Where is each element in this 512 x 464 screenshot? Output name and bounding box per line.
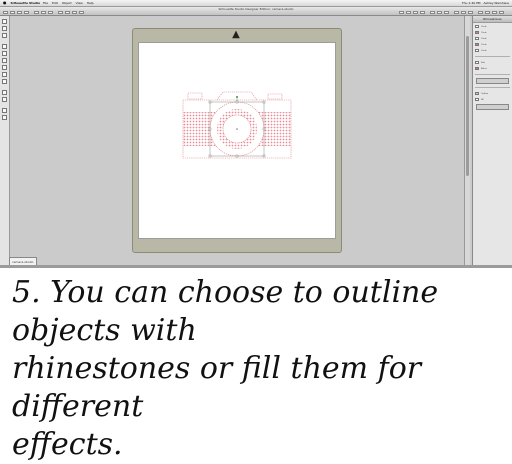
option-label: Circle	[481, 49, 487, 52]
application-window: ● Silhouette Studio File Edit Object Vie…	[0, 0, 512, 268]
swatch	[475, 37, 479, 40]
toolbar-button[interactable]	[41, 11, 46, 14]
option-label: Effect	[481, 67, 487, 70]
toolbar-button[interactable]	[79, 11, 84, 14]
toolbar-button[interactable]	[72, 11, 77, 14]
toolbar-button[interactable]	[3, 11, 8, 14]
option-label: Outline	[481, 92, 489, 95]
toolbar-button[interactable]	[34, 11, 39, 14]
zoom-tool-icon[interactable]	[2, 33, 7, 38]
rhinestone-option[interactable]: Flat	[475, 60, 510, 65]
rhinestone-option[interactable]: Effect	[475, 66, 510, 71]
toolbar: Silhouette Studio Designer Edition: came…	[0, 7, 512, 16]
toolbar-button[interactable]	[437, 11, 442, 14]
rectangle-tool-icon[interactable]	[2, 51, 7, 56]
toolbar-button[interactable]	[430, 11, 435, 14]
edit-points-tool-icon[interactable]	[2, 26, 7, 31]
polygon-tool-icon[interactable]	[2, 65, 7, 70]
left-tool-strip	[0, 16, 10, 268]
curve-tool-icon[interactable]	[2, 72, 7, 77]
swatch	[475, 25, 479, 28]
menu-user[interactable]: Ashley Weinhaus	[484, 0, 510, 6]
apple-icon[interactable]: ●	[3, 0, 7, 6]
toolbar-button[interactable]	[413, 11, 418, 14]
divider	[475, 56, 510, 57]
toolbar-button[interactable]	[468, 11, 473, 14]
option-label: Circle	[481, 43, 487, 46]
rhinestone-option[interactable]: Circle	[475, 30, 510, 35]
panel-title: Rhinestones	[473, 16, 512, 23]
menu-file[interactable]: File	[43, 0, 48, 6]
select-tool-icon[interactable]	[2, 19, 7, 24]
panel-slider[interactable]	[476, 78, 509, 84]
toolbar-button[interactable]	[420, 11, 425, 14]
toolbar-button[interactable]	[24, 11, 29, 14]
divider	[475, 74, 510, 75]
arrow-up-icon[interactable]: ▲	[230, 30, 242, 40]
toolbar-button[interactable]	[444, 11, 449, 14]
caption-line: effects.	[12, 427, 123, 462]
divider	[475, 87, 510, 88]
eraser-tool-icon[interactable]	[2, 97, 7, 102]
menu-view[interactable]: View	[76, 0, 83, 6]
knife-tool-icon[interactable]	[2, 108, 7, 113]
caption-line: rhinestones or fill them for different	[12, 351, 422, 424]
swatch	[475, 92, 479, 95]
rhinestone-option[interactable]: Circle	[475, 24, 510, 29]
toolbar-button[interactable]	[48, 11, 53, 14]
rhinestone-option[interactable]: Circle	[475, 42, 510, 47]
status-bar	[0, 265, 512, 268]
effect-outline-option[interactable]: Outline	[475, 91, 510, 96]
rhinestone-camera-design[interactable]	[180, 90, 294, 164]
swatch	[475, 49, 479, 52]
menu-app-name[interactable]: Silhouette Studio	[11, 0, 41, 6]
toolbar-button[interactable]	[454, 11, 459, 14]
toolbar-button[interactable]	[399, 11, 404, 14]
freehand-tool-icon[interactable]	[2, 79, 7, 84]
document-tab[interactable]: camera.studio	[9, 257, 37, 265]
option-label: Flat	[481, 61, 485, 64]
toolbar-button[interactable]	[492, 11, 497, 14]
toolbar-button[interactable]	[17, 11, 22, 14]
rhinestone-option[interactable]: Circle	[475, 36, 510, 41]
effect-fill-option[interactable]: Fill	[475, 97, 510, 102]
menu-object[interactable]: Object	[62, 0, 72, 6]
ellipse-tool-icon[interactable]	[2, 58, 7, 63]
swatch	[475, 31, 479, 34]
pan-tool-icon[interactable]	[2, 115, 7, 120]
scrollbar-thumb[interactable]	[466, 36, 469, 176]
menu-clock: Thu 1:40 PM	[461, 1, 481, 5]
menu-edit[interactable]: Edit	[52, 0, 58, 6]
toolbar-button[interactable]	[10, 11, 15, 14]
toolbar-button[interactable]	[406, 11, 411, 14]
text-tool-icon[interactable]	[2, 90, 7, 95]
toolbar-button[interactable]	[58, 11, 63, 14]
option-label: Circle	[481, 37, 487, 40]
menu-help[interactable]: Help	[87, 0, 94, 6]
option-label: Fill	[481, 98, 484, 101]
rhinestone-panel: Rhinestones Circle Circle Circle Circle …	[472, 16, 512, 268]
toolbar-button[interactable]	[478, 11, 483, 14]
toolbar-button[interactable]	[485, 11, 490, 14]
line-tool-icon[interactable]	[2, 44, 7, 49]
option-label: Circle	[481, 31, 487, 34]
option-label: Circle	[481, 25, 487, 28]
swatch	[475, 61, 479, 64]
panel-scrollbar[interactable]	[464, 16, 470, 268]
menu-bar: ● Silhouette Studio File Edit Object Vie…	[0, 0, 512, 7]
swatch	[475, 43, 479, 46]
caption-line: 5. You can choose to outline objects wit…	[12, 275, 439, 348]
apply-button[interactable]	[476, 104, 509, 110]
toolbar-button[interactable]	[499, 11, 504, 14]
tutorial-caption: 5. You can choose to outline objects wit…	[12, 274, 502, 464]
swatch	[475, 67, 479, 70]
toolbar-button[interactable]	[65, 11, 70, 14]
toolbar-button[interactable]	[461, 11, 466, 14]
menu-status-area: Thu 1:40 PM Ashley Weinhaus	[462, 0, 509, 6]
rhinestone-option[interactable]: Circle	[475, 48, 510, 53]
swatch	[475, 98, 479, 101]
